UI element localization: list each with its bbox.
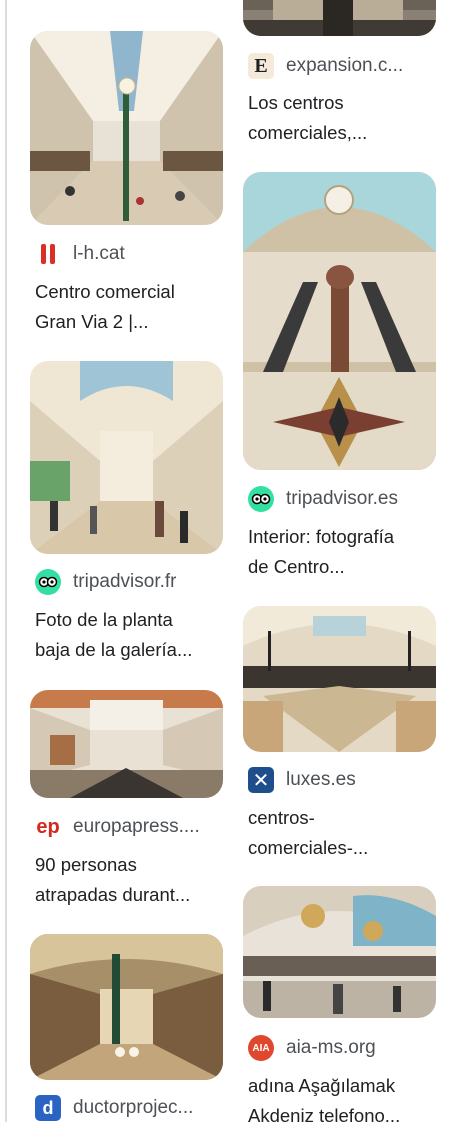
divider [5,0,7,1122]
title-line: 90 personas [35,854,137,875]
title-line: Akdeniz telefono... [248,1105,401,1122]
result-title[interactable]: Los centros comerciales,... [248,88,438,148]
title-line: Foto de la planta [35,609,173,630]
result-source[interactable]: tripadvisor.es [248,486,438,512]
source-label: tripadvisor.fr [73,571,177,592]
aia-logo-icon: AIA [248,1035,274,1061]
source-label: luxes.es [286,769,356,790]
result-image-aia[interactable] [243,886,436,1018]
result-source[interactable]: AIA aia-ms.org [248,1035,438,1061]
owl-icon [248,486,274,512]
result-title[interactable]: Interior: fotografía de Centro... [248,522,438,582]
title-line: centros- [248,807,315,828]
result-source[interactable]: ✕ luxes.es [248,767,438,793]
expansion-logo-icon: E [248,53,274,79]
source-label: l-h.cat [73,243,125,264]
result-image-interior[interactable] [243,172,436,470]
result-title[interactable]: adına Aşağılamak Akdeniz telefono... [248,1071,438,1122]
result-image-gran-via[interactable] [30,31,223,225]
result-title[interactable]: Foto de la planta baja de la galería... [35,605,225,665]
result-source[interactable]: tripadvisor.fr [35,569,225,595]
title-line: Gran Via 2 |... [35,311,149,332]
result-title[interactable]: centros- comerciales-... [248,803,438,863]
result-image-planta-baja[interactable] [30,361,223,554]
result-image-mall-top[interactable] [243,0,436,36]
title-line: adına Aşağılamak [248,1075,396,1096]
result-source[interactable]: d ductorprojec... [35,1095,225,1121]
title-line: Centro comercial [35,281,175,302]
image-results-grid: E expansion.c... Los centros comerciales… [0,0,452,1122]
source-label: aia-ms.org [286,1037,376,1058]
source-label: tripadvisor.es [286,488,398,509]
result-image-atrapadas[interactable] [30,690,223,798]
result-title[interactable]: 90 personas atrapadas durant... [35,850,225,910]
result-source[interactable]: E expansion.c... [248,53,438,79]
result-title[interactable]: Centro comercial Gran Via 2 |... [35,277,225,337]
title-line: de Centro... [248,556,345,577]
title-line: comerciales,... [248,122,368,143]
ductor-logo-icon: d [35,1095,61,1121]
title-line: atrapadas durant... [35,884,191,905]
result-source[interactable]: ep europapress.... [35,814,225,840]
lh-cat-logo-icon [35,241,61,267]
title-line: baja de la galería... [35,639,193,660]
result-image-gallery[interactable] [30,934,223,1080]
europapress-logo-icon: ep [35,814,61,840]
title-line: Los centros [248,92,344,113]
owl-icon [35,569,61,595]
source-label: ductorprojec... [73,1097,194,1118]
result-source[interactable]: l-h.cat [35,241,225,267]
source-label: europapress.... [73,816,200,837]
title-line: comerciales-... [248,837,369,858]
result-image-centros-comerciales[interactable] [243,606,436,752]
title-line: Interior: fotografía [248,526,395,547]
x-icon: ✕ [248,767,274,793]
source-label: expansion.c... [286,55,404,76]
